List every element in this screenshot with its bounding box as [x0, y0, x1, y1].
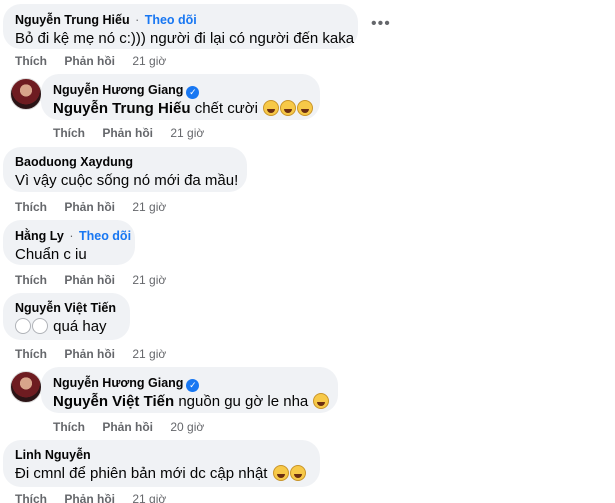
comment-text: chết cười	[194, 100, 258, 117]
verified-badge-icon: ✓	[186, 379, 200, 392]
reply-button[interactable]: Phản hồi	[64, 273, 115, 287]
comment-time[interactable]: 21 giờ	[170, 126, 204, 140]
mention-link[interactable]: Nguyễn Trung Hiếu	[53, 100, 191, 117]
verified-badge-icon: ✓	[186, 86, 200, 99]
comment-time[interactable]: 21 giờ	[132, 492, 166, 503]
comment-time[interactable]: 21 giờ	[132, 273, 166, 287]
smile-emoji-icon	[15, 318, 31, 334]
comment-bubble: Hằng Ly · Theo dõi Chuẩn c iu	[3, 220, 135, 265]
avatar[interactable]	[10, 371, 42, 403]
follow-link[interactable]: Theo dõi	[145, 13, 197, 27]
comment-actions: Thích Phản hồi 20 giờ	[53, 420, 204, 434]
like-button[interactable]: Thích	[53, 420, 85, 434]
follow-link[interactable]: Theo dõi	[79, 229, 131, 243]
comment-bubble: Nguyễn Hương Giang ✓ Nguyễn Việt Tiến ngu…	[41, 367, 338, 413]
comment-text: quá hay	[53, 318, 107, 335]
like-button[interactable]: Thích	[53, 126, 85, 140]
reply-button[interactable]: Phản hồi	[64, 54, 115, 68]
laughing-emoji-icon	[280, 100, 297, 116]
laughing-emoji-icon	[272, 465, 289, 481]
like-button[interactable]: Thích	[15, 273, 47, 287]
comment-bubble: Nguyễn Việt Tiến quá hay	[3, 293, 130, 340]
like-button[interactable]: Thích	[15, 200, 47, 214]
comment-text: Bỏ đi kệ mẹ nó c:))) người đi lại có ngư…	[15, 30, 355, 47]
comment-bubble: Nguyễn Hương Giang ✓ Nguyễn Trung Hiếu ch…	[41, 74, 320, 120]
comment-actions: Thích Phản hồi 21 giờ	[53, 126, 204, 140]
comment-time[interactable]: 20 giờ	[170, 420, 204, 434]
comment-bubble: Baoduong Xaydung Vì vậy cuộc sống nó mới…	[3, 147, 247, 192]
laughing-emoji-icon	[297, 100, 314, 116]
comment-author[interactable]: Nguyễn Hương Giang	[53, 376, 183, 390]
comment-time[interactable]: 21 giờ	[132, 54, 166, 68]
comment-text: nguồn gu gờ le nha	[178, 393, 309, 410]
laughing-emoji-icon	[263, 100, 280, 116]
laughing-emoji-icon	[313, 393, 330, 409]
comment-author[interactable]: Linh Nguyễn	[15, 447, 308, 464]
laughing-emoji-icon	[289, 465, 306, 481]
comment-bubble: Nguyễn Trung Hiếu · Theo dõi Bỏ đi kệ mẹ…	[3, 4, 358, 49]
like-button[interactable]: Thích	[15, 492, 47, 503]
reply-button[interactable]: Phản hồi	[64, 492, 115, 503]
comment-actions: Thích Phản hồi 21 giờ	[15, 54, 166, 68]
like-button[interactable]: Thích	[15, 54, 47, 68]
comment-text: Chuẩn c iu	[15, 246, 87, 263]
reply-button[interactable]: Phản hồi	[102, 126, 153, 140]
comment-author[interactable]: Nguyễn Việt Tiến	[15, 300, 118, 317]
like-button[interactable]: Thích	[15, 347, 47, 361]
mention-link[interactable]: Nguyễn Việt Tiến	[53, 393, 174, 410]
comment-actions: Thích Phản hồi 21 giờ	[15, 492, 166, 503]
comment-author[interactable]: Baoduong Xaydung	[15, 154, 235, 171]
comment-author[interactable]: Nguyễn Hương Giang	[53, 83, 183, 97]
avatar[interactable]	[10, 78, 42, 110]
comment-author[interactable]: Nguyễn Trung Hiếu	[15, 13, 130, 27]
comment-text: Đi cmnl để phiên bản mới dc cập nhật	[15, 465, 268, 482]
comment-time[interactable]: 21 giờ	[132, 347, 166, 361]
comment-bubble: Linh Nguyễn Đi cmnl để phiên bản mới dc …	[3, 440, 320, 487]
reply-button[interactable]: Phản hồi	[64, 347, 115, 361]
comment-actions: Thích Phản hồi 21 giờ	[15, 200, 166, 214]
reply-button[interactable]: Phản hồi	[64, 200, 115, 214]
comment-time[interactable]: 21 giờ	[132, 200, 166, 214]
comment-author[interactable]: Hằng Ly	[15, 229, 64, 243]
reply-button[interactable]: Phản hồi	[102, 420, 153, 434]
comment-actions: Thích Phản hồi 21 giờ	[15, 273, 166, 287]
comment-text: Vì vậy cuộc sống nó mới đa mầu!	[15, 172, 239, 189]
comment-actions: Thích Phản hồi 21 giờ	[15, 347, 166, 361]
smile-emoji-icon	[32, 318, 48, 334]
more-horizontal-icon[interactable]: •••	[371, 15, 391, 33]
